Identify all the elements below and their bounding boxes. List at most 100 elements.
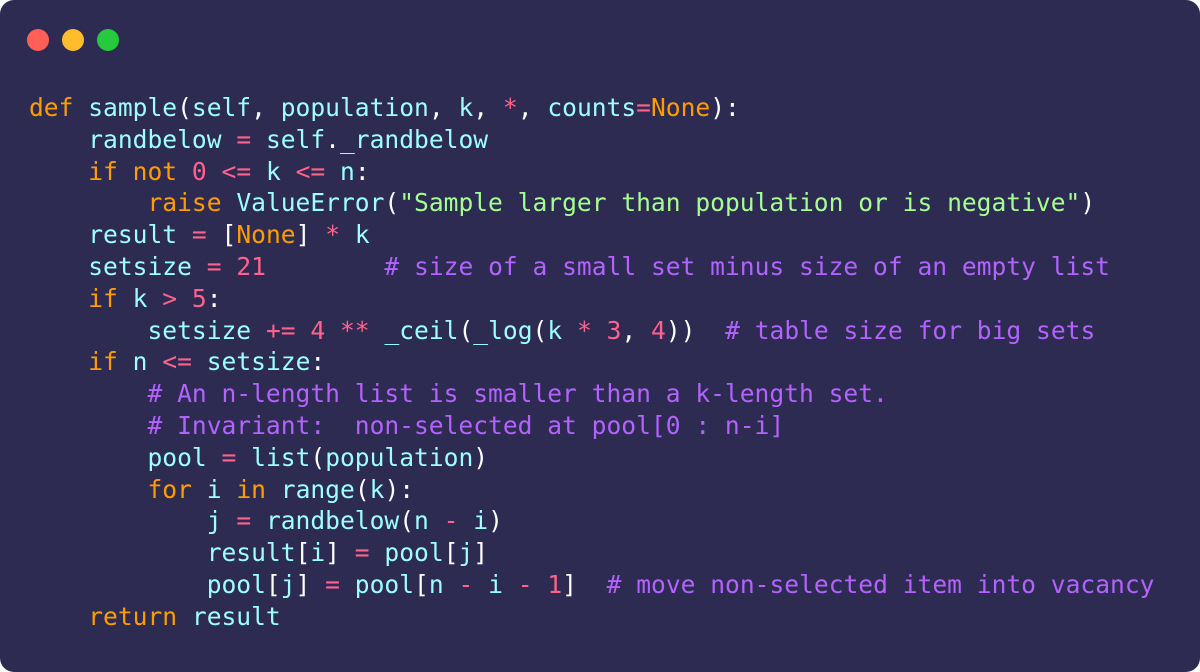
code-token: ValueError	[236, 188, 385, 218]
code-token: ,	[517, 93, 548, 122]
code-line: # Invariant: non-selected at pool[0 : n-…	[29, 410, 1154, 442]
code-line: for i in range(k):	[29, 474, 1154, 506]
code-token: ]	[562, 569, 577, 599]
code-token: k	[132, 283, 148, 313]
code-token: population	[325, 442, 474, 472]
code-token: i	[488, 569, 503, 599]
code-token: i	[206, 474, 222, 504]
code-token: result	[88, 220, 178, 250]
code-token: "Sample larger than population or is neg…	[399, 188, 1081, 218]
minimize-window-button[interactable]	[62, 29, 84, 51]
code-token: [	[265, 569, 281, 599]
code-token: pool	[354, 569, 415, 599]
code-token: None	[236, 220, 296, 250]
code-token: )	[1080, 188, 1096, 218]
code-token: self	[265, 124, 326, 154]
code-token: setsize	[88, 251, 192, 281]
code-token: _log	[473, 315, 533, 345]
code-token: # Invariant: non-selected at pool[0 : n-…	[147, 410, 785, 440]
code-token: 0	[191, 156, 207, 186]
code-window: def sample(self, population, k, *, count…	[0, 0, 1200, 672]
code-token: j	[280, 569, 296, 599]
code-line: raise ValueError("Sample larger than pop…	[29, 187, 1154, 219]
code-token: ,	[473, 93, 503, 122]
code-token: n	[414, 506, 429, 536]
code-token: 4	[651, 315, 666, 345]
code-token: randbelow	[265, 506, 400, 536]
code-token: k	[547, 315, 563, 345]
code-token: *	[576, 315, 592, 345]
code-token: raise	[147, 188, 222, 218]
close-window-button[interactable]	[27, 29, 49, 51]
code-line: if k > 5:	[29, 283, 1154, 315]
code-token: +=	[265, 315, 296, 345]
code-token: # An n-length list is smaller than a k-l…	[147, 379, 888, 409]
code-token: <=	[221, 156, 252, 186]
code-token: (	[458, 315, 474, 345]
code-token: if	[88, 283, 118, 313]
code-token: # table size for big sets	[725, 315, 1096, 345]
code-token: i	[310, 538, 326, 568]
code-token: range	[280, 474, 355, 504]
code-token: (	[384, 188, 400, 218]
code-token: ,	[251, 93, 281, 122]
code-token: -	[458, 569, 474, 599]
code-token: k	[354, 220, 370, 250]
code-line: setsize += 4 ** _ceil(_log(k * 3, 4)) # …	[29, 315, 1154, 347]
code-token: def	[29, 93, 74, 122]
code-line: j = randbelow(n - i)	[29, 505, 1154, 537]
title-bar	[0, 0, 1200, 80]
code-token: ]	[473, 538, 489, 568]
code-token: in	[236, 474, 266, 504]
code-token: None	[650, 93, 711, 122]
code-token: )	[488, 506, 503, 536]
code-token: -	[517, 569, 533, 599]
maximize-window-button[interactable]	[97, 29, 119, 51]
code-line: result[i] = pool[j]	[29, 537, 1154, 569]
code-token: ]	[295, 220, 311, 250]
code-token: [	[221, 220, 237, 250]
code-token: 21	[236, 251, 266, 281]
code-token: >	[162, 283, 178, 313]
code-token: (	[399, 506, 415, 536]
code-token: ):	[384, 474, 415, 504]
code-line: # An n-length list is smaller than a k-l…	[29, 378, 1154, 410]
code-token: j	[458, 538, 474, 568]
code-line: setsize = 21 # size of a small set minus…	[29, 251, 1154, 283]
code-token: [	[414, 569, 429, 599]
code-token: not	[132, 156, 178, 186]
code-token: _randbelow	[339, 124, 489, 154]
code-token: <=	[295, 156, 326, 186]
